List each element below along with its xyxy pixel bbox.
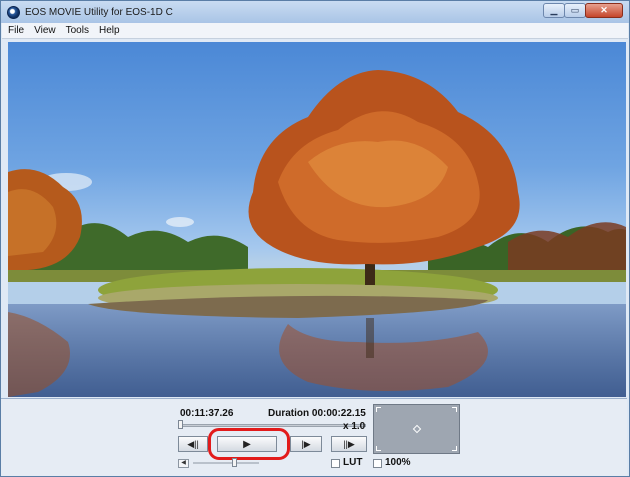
corner-mark	[452, 446, 457, 451]
play-button-highlight	[208, 428, 290, 460]
previous-frame-button[interactable]: ◀||	[178, 436, 208, 452]
menu-help[interactable]: Help	[95, 25, 124, 36]
skip-end-icon: ||▶	[343, 438, 355, 449]
current-timecode: 00:11:37.26	[180, 408, 234, 419]
zoom-100-label: 100%	[385, 457, 411, 468]
lut-checkbox[interactable]	[331, 459, 340, 468]
menu-view[interactable]: View	[30, 25, 60, 36]
corner-mark	[376, 446, 381, 451]
menu-tools[interactable]: Tools	[62, 25, 93, 36]
playback-speed: x 1.0	[343, 421, 366, 432]
video-frame[interactable]	[8, 42, 626, 397]
volume-slider[interactable]	[193, 462, 259, 464]
skip-end-button[interactable]: ||▶	[331, 436, 367, 452]
app-icon[interactable]	[7, 5, 20, 19]
video-still-image	[8, 70, 626, 397]
next-frame-icon: |▶	[301, 438, 311, 449]
title-bar[interactable]: EOS MOVIE Utility for EOS-1D C ▁ ▭ ✕	[1, 1, 629, 23]
corner-mark	[376, 407, 381, 412]
window-title: EOS MOVIE Utility for EOS-1D C	[25, 6, 173, 18]
menu-file[interactable]: File	[4, 25, 28, 36]
zoom-100-checkbox[interactable]	[373, 459, 382, 468]
seek-bar[interactable]	[180, 424, 366, 427]
volume-thumb[interactable]	[231, 458, 237, 467]
duration-label: Duration 00:00:22.15	[268, 408, 366, 419]
lut-label: LUT	[343, 457, 363, 468]
center-diamond-icon	[412, 424, 422, 434]
maximize-button[interactable]: ▭	[564, 3, 586, 18]
seek-thumb[interactable]	[178, 420, 183, 429]
minimize-button[interactable]: ▁	[543, 3, 565, 18]
next-frame-button[interactable]: |▶	[290, 436, 322, 452]
caption-buttons: ▁ ▭ ✕	[543, 3, 623, 18]
navigator-preview[interactable]	[373, 404, 460, 454]
menu-bar: File View Tools Help	[2, 23, 628, 39]
corner-mark	[452, 407, 457, 412]
speaker-icon[interactable]: ◀	[178, 459, 189, 468]
close-button[interactable]: ✕	[585, 3, 623, 18]
previous-frame-icon: ◀||	[187, 438, 199, 449]
